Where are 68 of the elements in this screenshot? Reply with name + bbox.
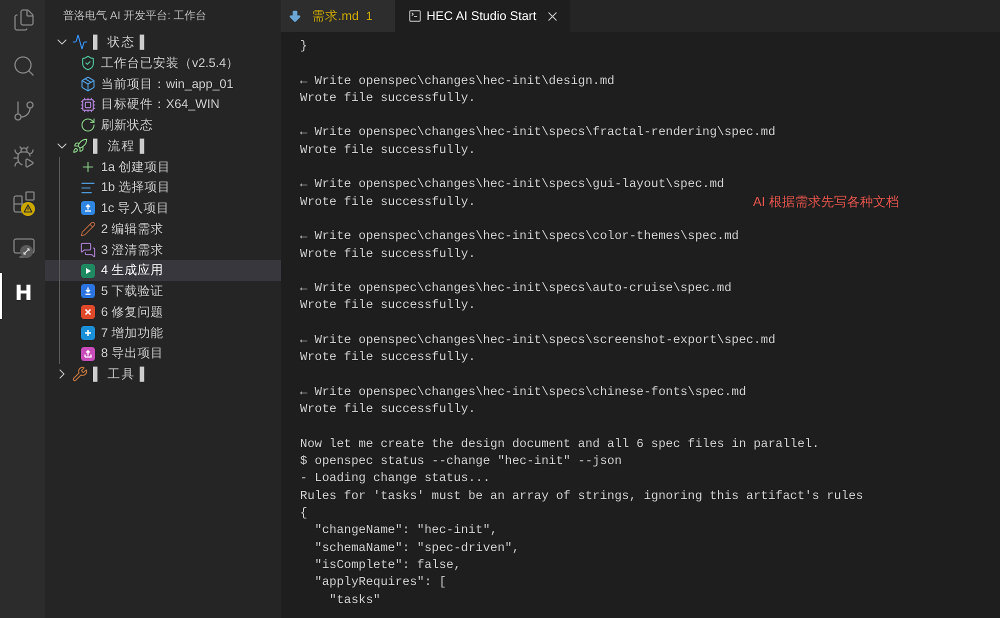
terminal-line: Wrote file successfully. (300, 401, 476, 418)
terminal-line: Wrote file successfully. (300, 142, 476, 159)
terminal-line: Wrote file successfully. (300, 297, 476, 314)
terminal-line: ← Write openspec\changes\hec-init\design.md (300, 72, 614, 90)
annotation-text: AI 根据需求先写各种文档 (753, 193, 899, 211)
tree-item[interactable]: 8 导出项目 (45, 343, 281, 364)
terminal-icon (408, 9, 422, 23)
editor-tab[interactable]: HEC AI Studio Start (394, 0, 570, 32)
terminal-line: } (300, 38, 308, 55)
tree-item[interactable]: 目标硬件：X64_WIN (45, 94, 281, 115)
branch-icon (12, 99, 36, 124)
rocket-icon (72, 138, 88, 154)
play-tile-icon (81, 264, 95, 278)
tree-item[interactable]: 当前项目：win_app_01 (45, 74, 281, 94)
upload-tile-icon (81, 201, 95, 216)
terminal-line: Now let me create the design document and all 6 spec files in parallel. (300, 436, 820, 453)
tree-item[interactable]: 1c 导入项目 (45, 198, 281, 219)
tree-item[interactable]: 3 澄清需求 (45, 240, 281, 260)
terminal-line: Wrote file successfully. (300, 90, 476, 107)
tree-item[interactable]: 1a 创建项目 (45, 156, 281, 178)
tree-section-header[interactable]: ▌ 工具 ▌ (45, 364, 281, 385)
tree-item[interactable]: 6 修复问题 (45, 302, 281, 322)
wrench-icon (72, 366, 88, 382)
pulse-icon (72, 34, 88, 50)
shield-check-icon (80, 55, 96, 72)
terminal-line: "tasks" (328, 592, 380, 608)
tree-item[interactable]: 工作台已安装（v2.5.4） (45, 52, 281, 74)
search-icon (12, 54, 36, 78)
download-tile-icon (81, 284, 95, 298)
tree-item[interactable]: 刷新状态 (45, 115, 281, 136)
tree-section-header[interactable]: ▌ 流程 ▌ (45, 136, 281, 156)
blocks-icon (12, 190, 36, 214)
terminal-line: "changeName": "hec-init", (314, 522, 498, 540)
terminal-line: Wrote file successfully. (300, 349, 476, 366)
terminal-line: "isComplete": false, (314, 556, 461, 574)
terminal-line: ← Write openspec\changes\hec-init\specs\fractal-rendering\spec.md (300, 124, 776, 142)
tree-item[interactable]: 2 编辑需求 (45, 218, 281, 240)
sidebar-title: 普洛电气 AI 开发平台: 工作台 (63, 8, 207, 24)
refresh-icon (80, 117, 96, 134)
box-icon (80, 76, 96, 92)
tree-item[interactable]: 1b 选择项目 (45, 177, 281, 198)
tree-item[interactable]: 5 下载验证 (45, 281, 281, 302)
plus-tile-icon (81, 326, 95, 340)
chat-bubbles-icon (80, 242, 96, 258)
terminal-line: Rules for 'tasks' must be an array of strings, ignoring this artifact's rules (300, 488, 864, 505)
terminal-line: - Loading change status... (300, 470, 490, 488)
files-icon (12, 8, 36, 32)
terminal-line: { (300, 505, 308, 522)
terminal-line: "schemaName": "spec-driven", (314, 540, 520, 557)
terminal-line: ← Write openspec\changes\hec-init\specs\color-themes\spec.md (300, 228, 739, 246)
terminal-line: ← Write openspec\changes\hec-init\specs\auto-cruise\spec.md (300, 280, 732, 298)
chip-icon (80, 96, 96, 113)
tree-item[interactable]: 7 增加功能 (45, 322, 281, 344)
down-arrow-icon (288, 9, 302, 23)
export-tile-icon (81, 346, 95, 361)
terminal-line: ← Write openspec\changes\hec-init\specs\screenshot-export\spec.md (300, 332, 776, 350)
tree-item[interactable]: 4 生成应用 (45, 260, 281, 281)
terminal-line: "applyRequires": [ (314, 574, 446, 592)
terminal-line: Wrote file successfully. (300, 194, 476, 211)
pencil-icon (80, 221, 96, 238)
terminal-line: Wrote file successfully. (300, 246, 476, 263)
tree-section-header[interactable]: ▌ 状态 ▌ (45, 32, 281, 53)
editor-tab[interactable]: 需求.md 1 (281, 0, 395, 32)
terminal-line: ← Write openspec\changes\hec-init\specs\gui-layout\spec.md (300, 176, 724, 194)
terminal-line: $ openspec status --change "hec-init" --json (300, 453, 622, 470)
terminal-line: ← Write openspec\changes\hec-init\specs\chinese-fonts\spec.md (300, 384, 746, 401)
bug-play-icon (12, 144, 36, 169)
cross-tile-icon (81, 305, 95, 320)
